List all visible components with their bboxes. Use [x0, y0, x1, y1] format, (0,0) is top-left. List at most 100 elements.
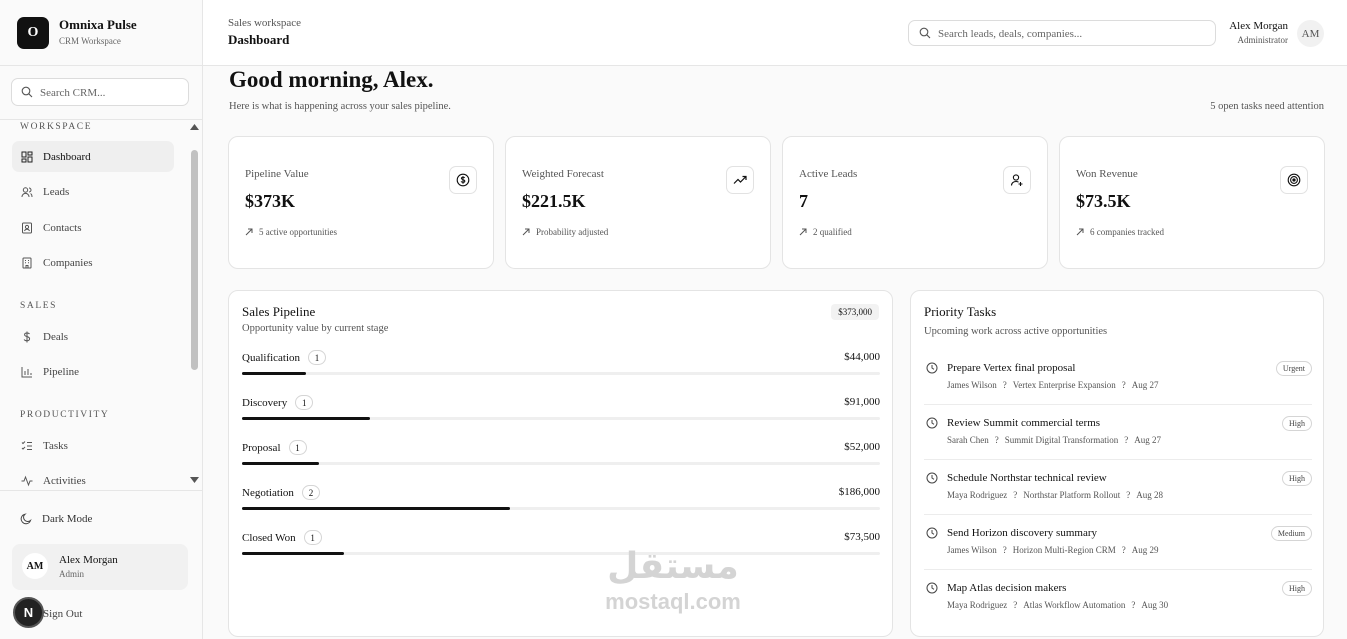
stage-name: Qualification [242, 351, 301, 364]
panel-title: Priority Tasks [924, 304, 997, 319]
brand-logo[interactable]: O [17, 17, 49, 49]
sidebar-item-tasks[interactable]: Tasks [12, 430, 174, 461]
stage-count-badge: 1 [303, 530, 322, 545]
sidebar-item-label: Tasks [43, 439, 68, 452]
task-row[interactable]: Send Horizon discovery summary James Wils… [924, 515, 1312, 570]
task-owner: Maya Rodriguez [947, 490, 1008, 500]
avatar[interactable]: AM [1297, 20, 1324, 47]
stage-closed-won[interactable]: Closed Won 1 $73,500 [242, 530, 880, 570]
arrow-up-right-icon [522, 228, 530, 236]
stat-note-text: Probability adjusted [536, 227, 609, 237]
stat-note: 5 active opportunities [245, 227, 337, 237]
stage-progress-fill [242, 417, 370, 420]
sidebar-item-pipeline[interactable]: Pipeline [12, 356, 174, 387]
global-search[interactable] [908, 20, 1216, 46]
sidebar-search[interactable] [11, 78, 189, 106]
sidebar-nav: WORKSPACE Dashboard Leads Contacts Compa… [0, 120, 202, 490]
stage-discovery[interactable]: Discovery 1 $91,000 [242, 395, 880, 435]
target-icon [1280, 166, 1308, 194]
brand: O Omnixa Pulse CRM Workspace [0, 0, 202, 66]
clock-icon [926, 417, 938, 429]
task-row[interactable]: Map Atlas decision makers Maya Rodriguez?… [924, 570, 1312, 625]
task-title: Review Summit commercial terms [947, 417, 1101, 429]
sidebar-item-activities[interactable]: Activities [12, 465, 174, 490]
stage-name: Negotiation [242, 486, 294, 499]
sidebar-search-input[interactable] [40, 84, 180, 101]
task-title: Schedule Northstar technical review [947, 472, 1107, 484]
stage-amount: $44,000 [844, 351, 880, 363]
sidebar-item-leads[interactable]: Leads [12, 176, 174, 207]
dev-tools-button[interactable]: N [13, 597, 44, 628]
dollar-circle-icon [449, 166, 477, 194]
panel-title: Sales Pipeline [242, 304, 316, 319]
stage-negotiation[interactable]: Negotiation 2 $186,000 [242, 485, 880, 525]
task-owner: James Wilson [947, 545, 997, 555]
stage-qualification[interactable]: Qualification 1 $44,000 [242, 350, 880, 390]
breadcrumb-parent[interactable]: Sales workspace [228, 17, 301, 29]
task-deal[interactable]: Summit Digital Transformation [1005, 435, 1119, 445]
checklist-icon [21, 440, 33, 452]
stage-name: Discovery [242, 396, 288, 409]
clock-icon [926, 362, 938, 374]
sidebar-user-card[interactable]: AM Alex Morgan Admin [12, 544, 188, 590]
task-meta-separator: ? [1002, 545, 1007, 555]
search-icon [21, 86, 33, 98]
stage-progress-fill [242, 552, 345, 555]
task-owner: Sarah Chen [947, 435, 989, 445]
sales-pipeline-panel: Sales Pipeline Opportunity value by curr… [228, 290, 893, 637]
page-title: Dashboard [228, 32, 290, 47]
moon-icon [20, 513, 32, 525]
panel-subtitle: Upcoming work across active opportunitie… [924, 326, 1108, 337]
priority-badge: High [1282, 581, 1312, 596]
stat-label: Weighted Forecast [522, 168, 604, 180]
priority-tasks-panel: Priority Tasks Upcoming work across acti… [910, 290, 1324, 637]
sidebar-item-contacts[interactable]: Contacts [12, 212, 174, 243]
clock-icon [926, 527, 938, 539]
stat-value: $373K [245, 191, 296, 211]
sidebar-item-label: Companies [43, 256, 93, 269]
scroll-up-arrow-icon[interactable] [190, 123, 199, 130]
task-deal[interactable]: Northstar Platform Rollout [1023, 490, 1120, 500]
arrow-up-right-icon [799, 228, 807, 236]
scroll-down-arrow-icon[interactable] [190, 477, 199, 484]
stage-name: Closed Won [242, 531, 296, 544]
greeting-subtitle: Here is what is happening across your sa… [229, 101, 451, 112]
task-deal[interactable]: Horizon Multi-Region CRM [1013, 545, 1116, 555]
user-plus-icon [1003, 166, 1031, 194]
stage-count-badge: 1 [288, 440, 307, 455]
brand-name: Omnixa Pulse [59, 17, 137, 32]
stat-note: Probability adjusted [522, 227, 608, 237]
sidebar-scrollbar-thumb[interactable] [191, 150, 198, 370]
panel-subtitle: Opportunity value by current stage [242, 323, 389, 334]
open-tasks-notice: 5 open tasks need attention [1210, 101, 1324, 112]
task-row[interactable]: Review Summit commercial terms Sarah Chen… [924, 405, 1312, 460]
sidebar-item-deals[interactable]: Deals [12, 321, 174, 352]
priority-badge: Medium [1270, 526, 1312, 541]
stage-proposal[interactable]: Proposal 1 $52,000 [242, 440, 880, 480]
task-deal[interactable]: Vertex Enterprise Expansion [1013, 380, 1116, 390]
task-meta: Maya Rodriguez? Atlas Workflow Automation… [947, 600, 1174, 610]
sidebar: O Omnixa Pulse CRM Workspace WORKSPACE D… [0, 0, 203, 639]
dark-mode-toggle[interactable]: Dark Mode [20, 508, 92, 530]
stat-card-pipeline-value: Pipeline Value $373K 5 active opportunit… [228, 136, 494, 269]
stage-progress-fill [242, 372, 306, 375]
stage-progress-track [242, 372, 880, 375]
header-user-name: Alex Morgan [1229, 20, 1288, 32]
task-row[interactable]: Schedule Northstar technical review Maya … [924, 460, 1312, 515]
arrow-up-right-icon [245, 228, 253, 236]
sidebar-item-dashboard[interactable]: Dashboard [12, 141, 174, 172]
task-deal[interactable]: Atlas Workflow Automation [1023, 600, 1125, 610]
stat-value: $73.5K [1076, 191, 1131, 211]
task-meta: Maya Rodriguez? Northstar Platform Rollou… [947, 490, 1169, 500]
sidebar-item-label: Activities [43, 474, 86, 487]
task-meta: Sarah Chen? Summit Digital Transformation… [947, 435, 1167, 445]
dark-mode-label: Dark Mode [42, 513, 93, 525]
sidebar-item-companies[interactable]: Companies [12, 247, 174, 278]
global-search-input[interactable] [938, 25, 1208, 42]
sign-out-button[interactable]: Sign Out [43, 608, 82, 620]
stage-progress-fill [242, 507, 510, 510]
divider [0, 490, 202, 491]
user-role: Admin [59, 569, 85, 579]
task-row[interactable]: Prepare Vertex final proposal James Wilso… [924, 350, 1312, 405]
users-icon [21, 186, 33, 198]
